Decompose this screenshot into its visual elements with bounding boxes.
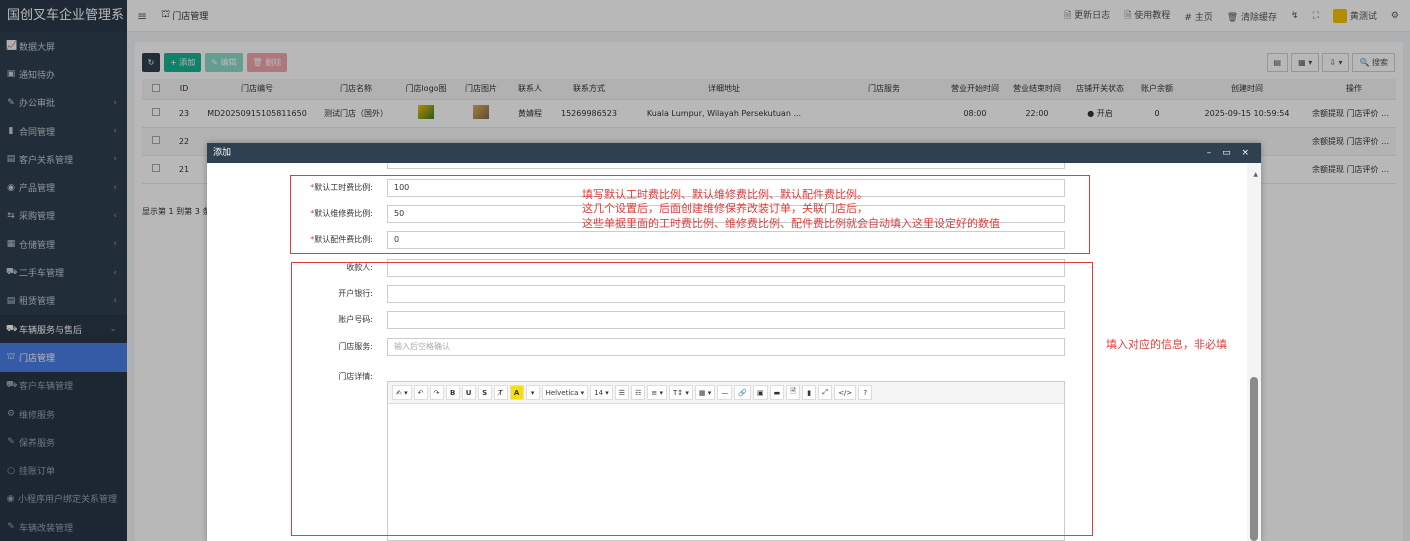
annotation-note-line3: 这些单据里面的工时费比例、维修费比例、配件费比例就会自动填入这里设定好的数值 xyxy=(582,217,1000,230)
modal-header: 添加 – ▭ × xyxy=(207,143,1261,163)
annotation-note-line1: 填写默认工时费比例、默认维修费比例、默认配件费比例。 xyxy=(582,188,868,201)
previous-field-input[interactable] xyxy=(387,163,1065,169)
annotation-note-optional: 填入对应的信息，非必填 xyxy=(1106,338,1227,351)
scroll-up-icon[interactable]: ▲ xyxy=(1253,171,1258,178)
scroll-thumb[interactable] xyxy=(1250,377,1258,541)
annotation-box-optional xyxy=(291,262,1093,536)
annotation-note-line2: 这几个设置后，后面创建维修保养改装订单，关联门店后， xyxy=(582,202,868,215)
modal-title: 添加 xyxy=(213,148,232,158)
modal-window-controls[interactable]: – ▭ × xyxy=(1207,143,1253,163)
modal-scrollbar[interactable]: ▲ xyxy=(1247,163,1261,541)
